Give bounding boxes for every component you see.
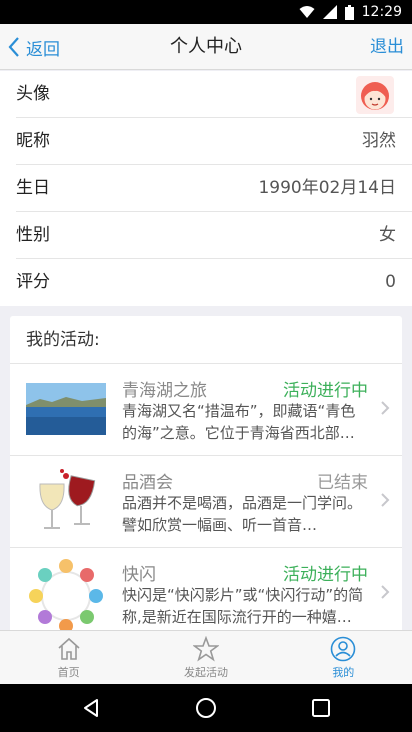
gender-value: 女 <box>379 225 396 245</box>
activities-header: 我的活动: <box>10 316 402 364</box>
tab-label: 我的 <box>332 666 355 679</box>
back-triangle-icon[interactable] <box>79 696 103 720</box>
battery-icon <box>344 4 354 20</box>
page-title: 个人中心 <box>170 36 242 57</box>
activity-item[interactable]: 快闪 活动进行中 快闪是“快闪影片”或“快闪行动”的简称,是新近在国际流行开的一… <box>10 548 402 636</box>
activity-status: 已结束 <box>317 473 368 493</box>
nav-bar: 返回 个人中心 退出 <box>0 24 412 70</box>
activity-description: 青海湖又名“措温布”，即藏语“青色的海”之意。它位于青海省西北部… <box>122 402 356 442</box>
profile-row-nickname[interactable]: 昵称 羽然 <box>0 118 412 165</box>
activity-item[interactable]: 青海湖之旅 活动进行中 青海湖又名“措温布”，即藏语“青色的海”之意。它位于青海… <box>10 364 402 456</box>
activity-status: 活动进行中 <box>283 381 368 401</box>
activity-description: 快闪是“快闪影片”或“快闪行动”的简称,是新近在国际流行开的一种嬉… <box>122 586 364 626</box>
nickname-label: 昵称 <box>16 131 50 151</box>
tab-label: 发起活动 <box>183 666 228 679</box>
home-icon <box>58 637 80 660</box>
activity-item[interactable]: 品酒会 已结束 品酒并不是喝酒，品酒是一门学问。譬如欣赏一幅画、听一首音… <box>10 456 402 548</box>
activity-thumbnail-wine <box>26 466 106 536</box>
home-circle-icon[interactable] <box>194 696 218 720</box>
profile-row-birthday[interactable]: 生日 1990年02月14日 <box>0 165 412 212</box>
birthday-label: 生日 <box>16 178 50 198</box>
gender-label: 性别 <box>16 225 50 245</box>
profile-section: 头像 昵称 羽然 生日 1990年02月14日 性别 女 评分 0 <box>0 71 412 306</box>
recents-square-icon[interactable] <box>309 696 333 720</box>
rating-value: 0 <box>385 272 396 292</box>
profile-row-rating: 评分 0 <box>0 259 412 306</box>
chevron-right-icon <box>381 585 390 599</box>
user-icon <box>331 636 356 662</box>
avatar-label: 头像 <box>16 84 50 104</box>
nickname-value: 羽然 <box>362 131 396 151</box>
rating-label: 评分 <box>16 272 50 292</box>
tab-label: 首页 <box>57 666 80 679</box>
activity-title: 品酒会 <box>122 473 173 493</box>
status-time: 12:29 <box>361 4 402 20</box>
activity-status: 活动进行中 <box>283 565 368 585</box>
tab-bar: 首页 发起活动 我的 <box>0 630 412 684</box>
tab-home[interactable]: 首页 <box>0 631 137 684</box>
logout-button[interactable]: 退出 <box>370 24 404 70</box>
activity-thumbnail-flashmob <box>29 559 103 633</box>
chevron-right-icon <box>381 493 390 507</box>
tab-mine[interactable]: 我的 <box>275 631 412 684</box>
activity-thumbnail-lake <box>26 383 106 435</box>
chevron-right-icon <box>381 401 390 415</box>
avatar[interactable] <box>356 76 394 114</box>
status-icons: 12:29 <box>299 3 402 21</box>
my-activities-card: 我的活动: 青海湖之旅 活动进行中 青海湖又名“措温布”，即藏语“青色的海”之意… <box>10 316 402 636</box>
profile-row-gender[interactable]: 性别 女 <box>0 212 412 259</box>
star-icon <box>192 636 219 662</box>
activity-description: 品酒并不是喝酒，品酒是一门学问。譬如欣赏一幅画、听一首音… <box>122 494 363 534</box>
activity-title: 快闪 <box>122 565 156 585</box>
activity-title: 青海湖之旅 <box>122 381 207 401</box>
status-bar: 12:29 <box>0 0 412 24</box>
android-nav-bar <box>0 684 412 732</box>
tab-create-activity[interactable]: 发起活动 <box>137 631 274 684</box>
wifi-icon <box>299 6 315 18</box>
signal-icon <box>322 5 337 19</box>
birthday-value: 1990年02月14日 <box>258 178 396 198</box>
profile-row-avatar[interactable]: 头像 <box>0 71 412 118</box>
